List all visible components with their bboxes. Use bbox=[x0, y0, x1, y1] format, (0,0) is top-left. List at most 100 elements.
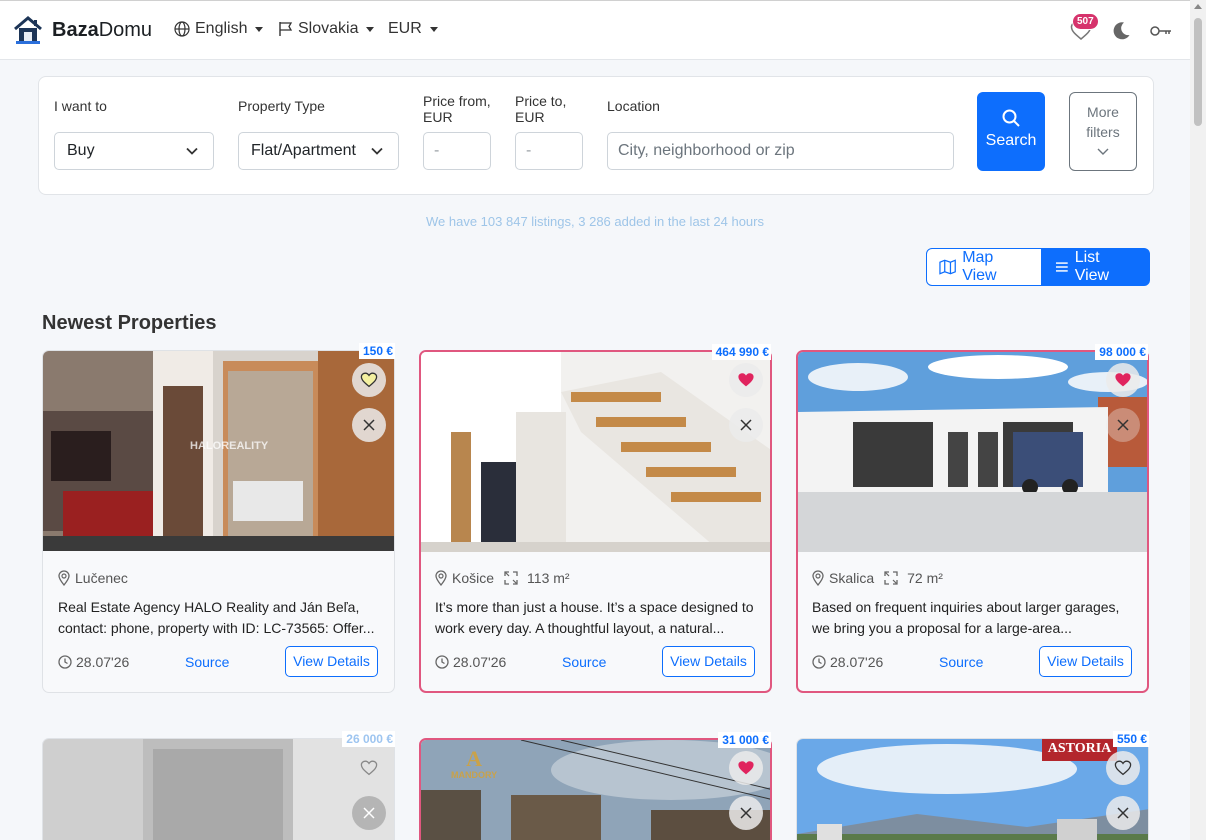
moon-icon[interactable] bbox=[1111, 21, 1131, 41]
country-dropdown[interactable]: Slovakia bbox=[278, 20, 375, 38]
hide-button[interactable] bbox=[352, 796, 386, 830]
house-logo-icon bbox=[14, 16, 42, 44]
chevron-down-icon bbox=[1097, 148, 1109, 155]
property-meta: Lučenec bbox=[58, 570, 128, 586]
hide-button[interactable] bbox=[1106, 408, 1140, 442]
property-meta: Košice 113 m² bbox=[435, 570, 570, 586]
favorite-button[interactable] bbox=[729, 363, 763, 397]
language-dropdown[interactable]: English bbox=[174, 20, 264, 38]
globe-icon bbox=[174, 21, 190, 37]
hide-button[interactable] bbox=[729, 796, 763, 830]
map-view-label: Map View bbox=[962, 249, 997, 284]
hide-button[interactable] bbox=[729, 408, 763, 442]
view-details-button[interactable]: View Details bbox=[285, 646, 378, 677]
close-icon bbox=[740, 807, 752, 819]
view-details-button[interactable]: View Details bbox=[1039, 646, 1132, 677]
property-image[interactable] bbox=[43, 739, 394, 840]
area-info: 72 m² bbox=[884, 570, 943, 586]
close-icon bbox=[363, 807, 375, 819]
property-card: 464 990 € Košice 113 m² It’s more than j… bbox=[419, 344, 772, 693]
favorite-button[interactable] bbox=[1106, 751, 1140, 785]
map-icon bbox=[939, 259, 956, 275]
location-input[interactable]: City, neighborhood or zip bbox=[607, 132, 954, 170]
price-tag: 464 990 € bbox=[711, 344, 771, 360]
want-label: I want to bbox=[54, 98, 107, 114]
agency-logo: ASTORIA bbox=[1042, 739, 1117, 761]
hide-button[interactable] bbox=[352, 408, 386, 442]
more-filters-button[interactable]: More filters bbox=[1069, 92, 1137, 171]
price-tag: 550 € bbox=[1112, 731, 1149, 747]
date-posted: 28.07'26 bbox=[812, 654, 883, 670]
location-text: Lučenec bbox=[75, 570, 128, 586]
list-view-button[interactable]: List View bbox=[1042, 248, 1150, 286]
price-to-input[interactable]: - bbox=[515, 132, 583, 170]
source-link[interactable]: Source bbox=[562, 654, 606, 670]
property-card: 31 000 € A MANDORY bbox=[419, 732, 772, 840]
property-image[interactable] bbox=[421, 352, 770, 552]
property-type-select[interactable]: Flat/Apartment bbox=[238, 132, 399, 170]
list-icon bbox=[1055, 262, 1068, 272]
property-type-label: Property Type bbox=[238, 98, 325, 114]
map-pin-icon bbox=[435, 570, 447, 586]
date-posted: 28.07'26 bbox=[435, 654, 506, 670]
location-text: Košice bbox=[452, 570, 495, 586]
want-select[interactable]: Buy bbox=[54, 132, 214, 170]
favorite-button[interactable] bbox=[729, 751, 763, 785]
section-title: Newest Properties bbox=[42, 312, 217, 334]
source-link[interactable]: Source bbox=[939, 654, 983, 670]
heart-icon bbox=[1114, 760, 1132, 776]
location-label: Location bbox=[607, 98, 660, 114]
favorite-button[interactable] bbox=[1106, 363, 1140, 397]
property-image[interactable] bbox=[798, 352, 1147, 552]
area-text: 113 m² bbox=[527, 570, 570, 586]
property-card: 26 000 € bbox=[42, 731, 395, 840]
scroll-up-arrow-icon[interactable] bbox=[1194, 4, 1202, 9]
close-icon bbox=[1117, 807, 1129, 819]
source-link[interactable]: Source bbox=[185, 654, 229, 670]
scrollbar-thumb[interactable] bbox=[1194, 18, 1202, 126]
heart-icon bbox=[360, 372, 378, 388]
hide-button[interactable] bbox=[1106, 796, 1140, 830]
price-from-label-line2: EUR bbox=[423, 109, 453, 125]
heart-filled-icon bbox=[738, 761, 754, 775]
caret-down-icon bbox=[255, 26, 264, 32]
clock-icon bbox=[435, 655, 449, 669]
expand-arrows-icon bbox=[504, 571, 518, 585]
view-details-button[interactable]: View Details bbox=[662, 646, 755, 677]
price-tag: 31 000 € bbox=[718, 732, 771, 748]
close-icon bbox=[1117, 419, 1129, 431]
brand-link[interactable]: BazaDomu bbox=[13, 15, 152, 45]
close-icon bbox=[740, 419, 752, 431]
favorite-button[interactable] bbox=[352, 751, 386, 785]
more-filters-label-line1: More bbox=[1087, 104, 1119, 120]
price-tag: 150 € bbox=[358, 343, 395, 359]
date-text: 28.07'26 bbox=[76, 654, 130, 670]
agency-logo: A MANDORY bbox=[451, 746, 498, 781]
property-card: 150 € Lučenec Real Estate Agency HALO Re… bbox=[42, 343, 395, 693]
currency-label: EUR bbox=[388, 20, 422, 37]
search-button[interactable]: Search bbox=[977, 92, 1045, 171]
favorite-button[interactable] bbox=[352, 363, 386, 397]
date-text: 28.07'26 bbox=[453, 654, 507, 670]
price-to-label-line1: Price to, bbox=[515, 93, 567, 109]
language-label: English bbox=[195, 20, 248, 37]
property-description: Real Estate Agency HALO Reality and Ján … bbox=[58, 599, 375, 636]
caret-down-icon bbox=[366, 26, 375, 32]
country-label: Slovakia bbox=[298, 20, 359, 37]
currency-dropdown[interactable]: EUR bbox=[388, 20, 438, 38]
property-card: 98 000 € Skalica 72 m² Based on frequent… bbox=[796, 344, 1149, 693]
map-pin-icon bbox=[58, 570, 70, 586]
clock-icon bbox=[58, 655, 72, 669]
heart-filled-icon bbox=[1115, 373, 1131, 387]
navbar: BazaDomu English Slovakia EUR 507 bbox=[0, 0, 1190, 60]
page-scrollbar[interactable] bbox=[1190, 0, 1206, 840]
chevron-down-icon bbox=[371, 147, 383, 155]
flag-icon bbox=[279, 22, 293, 36]
agency-logo-text: MANDORY bbox=[451, 770, 498, 780]
map-view-button[interactable]: Map View bbox=[926, 248, 1042, 286]
search-icon bbox=[1002, 109, 1020, 127]
heart-icon bbox=[360, 760, 378, 776]
view-toggle: Map View List View bbox=[926, 248, 1150, 286]
price-from-input[interactable]: - bbox=[423, 132, 491, 170]
key-icon[interactable] bbox=[1150, 25, 1172, 37]
